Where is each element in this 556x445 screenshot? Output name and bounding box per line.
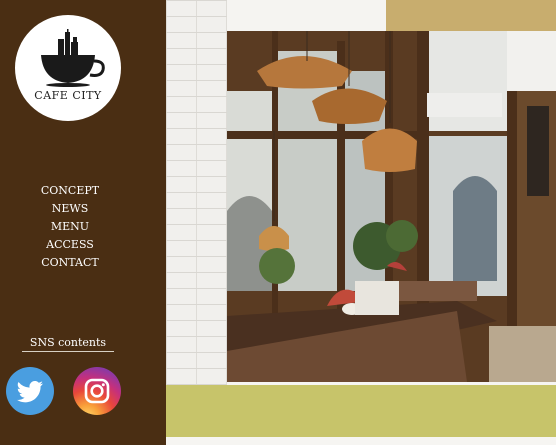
nav-link-menu[interactable]: MENU bbox=[51, 220, 89, 233]
nav-link-access[interactable]: ACCESS bbox=[46, 238, 94, 251]
nav-item-menu[interactable]: MENU bbox=[0, 216, 140, 234]
instagram-link[interactable] bbox=[73, 367, 121, 415]
twitter-link[interactable] bbox=[6, 367, 54, 415]
nav-link-contact[interactable]: CONTACT bbox=[41, 256, 99, 269]
main-nav: CONCEPT NEWS MENU ACCESS CONTACT bbox=[0, 180, 140, 270]
nav-link-news[interactable]: NEWS bbox=[52, 202, 89, 215]
instagram-icon bbox=[84, 378, 110, 404]
sidebar: CAFE CITY CONCEPT NEWS MENU ACCESS CONTA… bbox=[0, 0, 166, 445]
nav-item-news[interactable]: NEWS bbox=[0, 198, 140, 216]
nav-link-concept[interactable]: CONCEPT bbox=[41, 184, 99, 197]
gold-accent-bar bbox=[386, 0, 556, 31]
brand-name: CAFE CITY bbox=[34, 89, 102, 102]
top-wall bbox=[227, 0, 386, 31]
brick-wall-texture bbox=[166, 0, 227, 385]
nav-item-contact[interactable]: CONTACT bbox=[0, 252, 140, 270]
cafe-interior-photo bbox=[227, 31, 556, 382]
cafe-interior-image bbox=[227, 31, 556, 382]
nav-item-concept[interactable]: CONCEPT bbox=[0, 180, 140, 198]
sns-heading: SNS contents bbox=[22, 336, 114, 352]
coffee-cup-city-icon bbox=[41, 29, 105, 87]
cafe-city-logo[interactable]: CAFE CITY bbox=[15, 15, 121, 121]
olive-accent-bar bbox=[166, 385, 556, 437]
twitter-icon bbox=[17, 380, 43, 403]
nav-item-access[interactable]: ACCESS bbox=[0, 234, 140, 252]
